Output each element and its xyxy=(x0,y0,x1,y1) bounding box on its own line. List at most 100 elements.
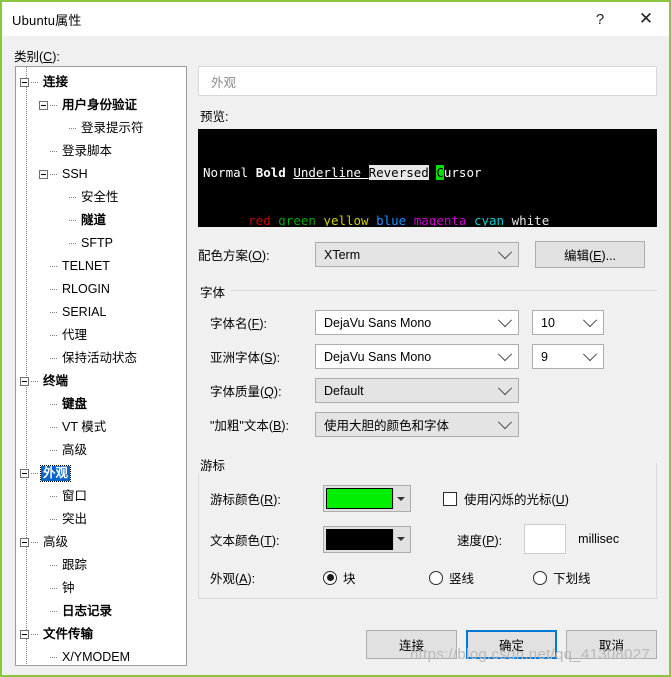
tree-item-13[interactable]: 终端 xyxy=(16,370,186,393)
tree-item-12[interactable]: 保持活动状态 xyxy=(16,347,186,370)
tree-item-14[interactable]: 键盘 xyxy=(16,393,186,416)
tree-item-6[interactable]: 隧道 xyxy=(16,209,186,232)
tree-item-label: 隧道 xyxy=(81,212,107,227)
tree-connector xyxy=(31,473,39,474)
preview-segment: Bold xyxy=(255,165,294,180)
blink-cursor-label: 使用闪烁的光标(U) xyxy=(464,493,569,507)
tree-item-5[interactable]: 安全性 xyxy=(16,186,186,209)
tree-item-9[interactable]: RLOGIN xyxy=(16,278,186,301)
text-color-label: 文本颜色(T): xyxy=(210,533,280,548)
tree-item-label: VT 模式 xyxy=(62,419,107,434)
tree-item-2[interactable]: 登录提示符 xyxy=(16,117,186,140)
font-quality-label: 字体质量(Q): xyxy=(210,385,282,399)
tree-item-3[interactable]: 登录脚本 xyxy=(16,140,186,163)
close-icon[interactable]: ✕ xyxy=(623,2,669,36)
tree-connector xyxy=(31,381,39,382)
preview-segment: green xyxy=(278,213,324,227)
radio-block[interactable] xyxy=(323,570,337,585)
speed-label: 速度(P): xyxy=(457,533,503,548)
tree-item-1[interactable]: 用户身份验证 xyxy=(16,94,186,117)
tree-item-19[interactable]: 突出 xyxy=(16,508,186,531)
category-tree[interactable]: 连接 用户身份验证登录提示符登录脚本 SSH 安全性隧道 SFTP TELNET RLOGI… xyxy=(15,66,187,666)
tree-item-4[interactable]: SSH xyxy=(16,163,186,186)
scheme-select[interactable]: XTerm xyxy=(315,242,519,267)
tree-expander-icon[interactable] xyxy=(20,377,29,386)
blink-cursor-checkbox[interactable] xyxy=(443,491,457,506)
bold-text-select[interactable]: 使用大胆的颜色和字体 xyxy=(315,412,519,437)
tree-connector xyxy=(50,657,58,658)
help-icon[interactable]: ? xyxy=(577,2,623,36)
title-bar-buttons: ? ✕ xyxy=(577,2,669,36)
ok-button[interactable]: 确定 xyxy=(466,630,557,659)
cursor-shape-vline[interactable]: 竖线 xyxy=(429,568,533,587)
chevron-down-icon xyxy=(497,346,513,361)
chevron-down-icon xyxy=(497,414,513,429)
tree-connector xyxy=(50,427,58,428)
font-group: 字体 字体名(F): DejaVu Sans Mono 10 亚洲字体(S): … xyxy=(198,282,657,437)
chevron-down-icon[interactable] xyxy=(393,488,408,509)
tree-expander-icon[interactable] xyxy=(39,101,48,110)
font-name-select[interactable]: DejaVu Sans Mono xyxy=(315,310,519,335)
font-group-body: 字体名(F): DejaVu Sans Mono 10 亚洲字体(S): Dej… xyxy=(198,310,657,437)
preview-segment: blue xyxy=(376,213,414,227)
tree-item-16[interactable]: 高级 xyxy=(16,439,186,462)
tree-connector xyxy=(50,565,58,566)
tree-item-11[interactable]: 代理 xyxy=(16,324,186,347)
asian-size-select[interactable]: 9 xyxy=(532,344,604,369)
preview-segment: ursor xyxy=(443,165,482,180)
bold-text-label: "加粗"文本(B): xyxy=(210,419,290,433)
cursor-group-title: 游标 xyxy=(198,455,232,474)
radio-vline[interactable] xyxy=(429,570,443,585)
category-label: 类别(C): xyxy=(14,50,60,64)
font-quality-select[interactable]: Default xyxy=(315,378,519,403)
tree-item-0[interactable]: 连接 xyxy=(16,71,186,94)
tree-connector xyxy=(50,174,58,175)
cursor-color-swatch xyxy=(326,488,393,509)
tree-item-18[interactable]: 窗口 xyxy=(16,485,186,508)
tree-item-17[interactable]: 外观 xyxy=(16,462,186,485)
tree-expander-icon[interactable] xyxy=(20,538,29,547)
tree-connector xyxy=(50,151,58,152)
tree-item-label: 登录提示符 xyxy=(81,120,144,135)
tree-item-22[interactable]: 钟 xyxy=(16,577,186,600)
font-quality-value: Default xyxy=(324,383,364,398)
cursor-group: 游标 游标颜色(R): 使用闪烁的光标(U) 文本颜色(T): 速度(P): m… xyxy=(198,455,657,599)
cancel-button[interactable]: 取消 xyxy=(566,630,657,659)
tree-item-21[interactable]: 跟踪 xyxy=(16,554,186,577)
connect-button[interactable]: 连接 xyxy=(366,630,457,659)
edit-scheme-button[interactable]: 编辑(E)... xyxy=(535,241,645,268)
asian-font-select[interactable]: DejaVu Sans Mono xyxy=(315,344,519,369)
cursor-color-label: 游标颜色(R): xyxy=(210,493,281,507)
text-color-button[interactable] xyxy=(323,525,411,553)
preview-segment xyxy=(203,213,248,226)
tree-expander-icon[interactable] xyxy=(20,78,29,87)
tree-expander-icon[interactable] xyxy=(39,170,48,179)
radio-underline[interactable] xyxy=(533,570,547,585)
tree-expander-icon[interactable] xyxy=(20,630,29,639)
font-group-title: 字体 xyxy=(198,282,232,301)
tree-item-23[interactable]: 日志记录 xyxy=(16,600,186,623)
tree-item-label: 代理 xyxy=(62,327,88,342)
cursor-color-button[interactable] xyxy=(323,485,411,512)
tree-expander-icon[interactable] xyxy=(20,469,29,478)
blink-cursor-checkbox-wrap[interactable]: 使用闪烁的光标(U) xyxy=(443,489,569,508)
chevron-down-icon[interactable] xyxy=(393,528,408,550)
tree-item-25[interactable]: X/YMODEM xyxy=(16,646,186,665)
tree-item-20[interactable]: 高级 xyxy=(16,531,186,554)
text-color-swatch xyxy=(326,528,393,550)
tree-connector xyxy=(31,542,39,543)
properties-dialog: Ubuntu属性 ? ✕ 类别(C): 连接 用户身份验证 登录提示符 登录脚本 SSH… xyxy=(0,0,671,677)
speed-input[interactable] xyxy=(524,524,567,554)
tree-item-label: 保持活动状态 xyxy=(62,350,138,365)
tree-item-15[interactable]: VT 模式 xyxy=(16,416,186,439)
tree-item-10[interactable]: SERIAL xyxy=(16,301,186,324)
cursor-shape-block[interactable]: 块 xyxy=(323,568,429,587)
tree-item-24[interactable]: 文件传输 xyxy=(16,623,186,646)
chevron-down-icon xyxy=(497,244,513,259)
tree-item-7[interactable]: SFTP xyxy=(16,232,186,255)
scheme-value: XTerm xyxy=(324,247,361,262)
cursor-shape-underline[interactable]: 下划线 xyxy=(533,568,591,587)
tree-item-8[interactable]: TELNET xyxy=(16,255,186,278)
cursor-appearance-row: 外观(A): 块 竖线 下划线 xyxy=(210,568,657,599)
font-size-select[interactable]: 10 xyxy=(532,310,604,335)
